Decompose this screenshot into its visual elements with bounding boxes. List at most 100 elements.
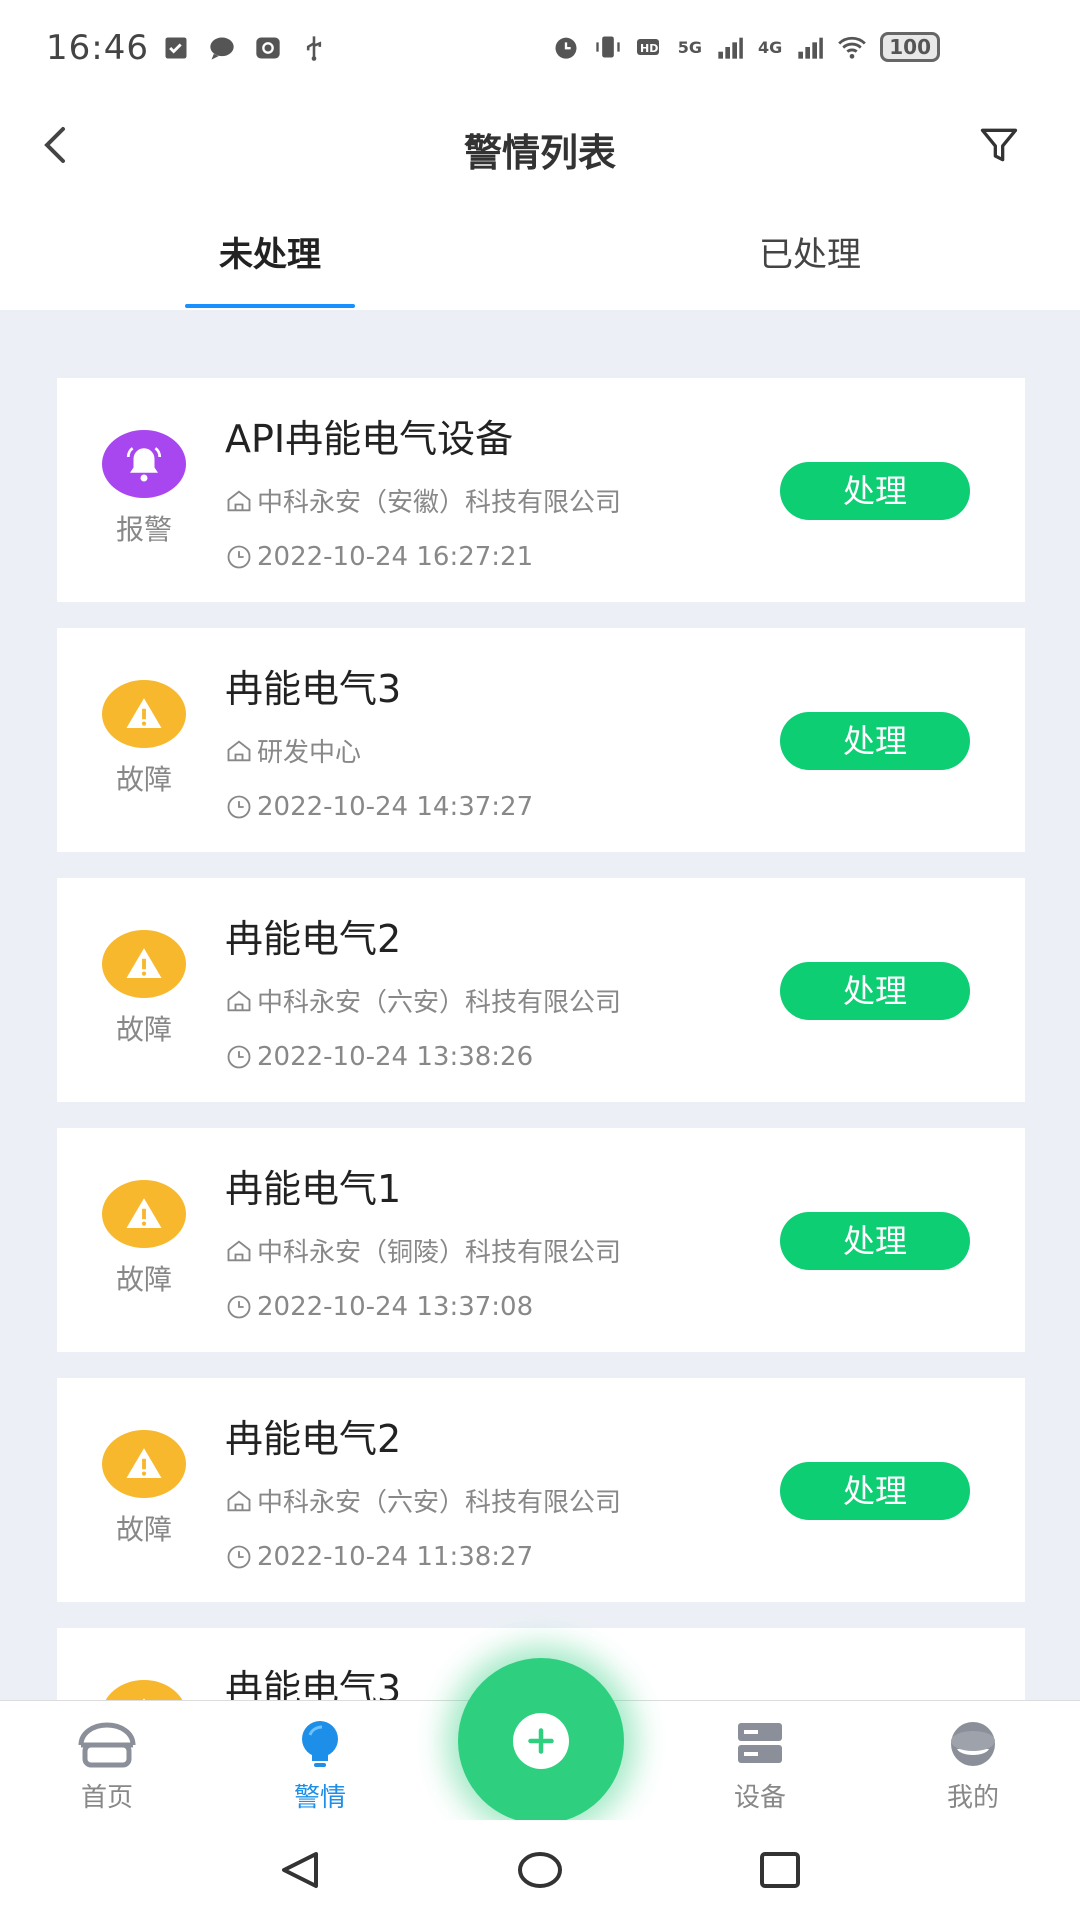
home-icon — [75, 1719, 139, 1769]
handle-button[interactable]: 处理 — [780, 1462, 970, 1520]
alert-time: 2022-10-24 16:27:21 — [225, 542, 533, 572]
warning-icon — [126, 698, 162, 728]
wifi-icon — [838, 33, 867, 61]
alert-title: API冉能电气设备 — [225, 417, 514, 461]
signal-bars-icon — [796, 33, 824, 61]
clock-icon — [225, 1043, 253, 1071]
clock-icon — [225, 543, 253, 571]
add-button[interactable] — [458, 1658, 624, 1824]
home-outline-icon — [225, 1237, 253, 1265]
alert-type-label: 故障 — [115, 1263, 172, 1296]
nav-devices[interactable]: 设备 — [690, 1701, 830, 1821]
alert-title: 冉能电气3 — [225, 1667, 402, 1700]
nav-home-label: 首页 — [80, 1783, 133, 1813]
clock-icon — [225, 793, 253, 821]
nav-profile[interactable]: 我的 — [903, 1701, 1043, 1821]
alert-type-label: 故障 — [115, 1013, 172, 1046]
fault-badge — [102, 680, 186, 748]
tab-bar: 未处理 已处理 — [0, 200, 1080, 310]
fault-badge — [102, 1680, 186, 1700]
alert-type-label: 故障 — [115, 1513, 172, 1546]
signal-bars-icon — [716, 33, 744, 61]
bell-icon — [126, 447, 162, 482]
fault-badge — [102, 1430, 186, 1498]
system-status-icons: HD 5G 4G 100 — [552, 32, 940, 62]
vibrate-icon — [594, 33, 622, 61]
tab-processed[interactable]: 已处理 — [540, 200, 1080, 310]
handle-button[interactable]: 处理 — [780, 1212, 970, 1270]
hd-icon: HD — [636, 33, 664, 61]
signal-5g-label: 5G — [677, 37, 702, 57]
clock-icon — [225, 1543, 253, 1571]
bulb-icon — [288, 1719, 352, 1769]
system-recents-button[interactable] — [750, 1845, 810, 1895]
email-icon — [254, 34, 282, 62]
system-nav-bar — [0, 1820, 1080, 1920]
square-recents-icon — [760, 1852, 800, 1888]
header: 警情列表 — [0, 100, 1080, 190]
system-back-button[interactable] — [270, 1845, 330, 1895]
alert-time-text: 2022-10-24 16:27:21 — [257, 542, 534, 572]
alert-card[interactable]: 故障 冉能电气2 中科永安（六安）科技有限公司 2022-10-24 11:38… — [57, 1378, 1025, 1602]
alert-time: 2022-10-24 14:37:27 — [225, 792, 533, 822]
alert-title: 冉能电气1 — [225, 1167, 402, 1211]
clock-icon — [225, 1293, 253, 1321]
alert-title: 冉能电气2 — [225, 1417, 402, 1461]
profile-icon — [941, 1719, 1005, 1769]
circle-home-icon — [518, 1852, 562, 1888]
warning-icon — [126, 1198, 162, 1228]
triangle-back-icon — [282, 1852, 318, 1888]
device-icon — [728, 1719, 792, 1769]
alert-card[interactable]: 故障 冉能电气2 中科永安（六安）科技有限公司 2022-10-24 13:38… — [57, 878, 1025, 1102]
handle-button[interactable]: 处理 — [780, 462, 970, 520]
alert-org: 中科永安（安徽）科技有限公司 — [225, 482, 621, 519]
alert-time-text: 2022-10-24 13:37:08 — [257, 1292, 534, 1322]
warning-icon — [126, 1448, 162, 1478]
alert-time: 2022-10-24 13:38:26 — [225, 1042, 533, 1072]
filter-button[interactable] — [974, 120, 1024, 170]
status-bar: 16:46 HD 5G 4G 100 — [0, 0, 1080, 100]
alert-org-text: 中科永安（六安）科技有限公司 — [257, 1488, 622, 1518]
active-tab-indicator — [185, 304, 355, 308]
alert-card[interactable]: 报警 API冉能电气设备 中科永安（安徽）科技有限公司 2022-10-24 1… — [57, 378, 1025, 602]
signal-4g-label: 4G — [757, 37, 783, 57]
nav-alerts[interactable]: 警情 — [250, 1701, 390, 1821]
handle-button[interactable]: 处理 — [780, 712, 970, 770]
alert-time-text: 2022-10-24 14:37:27 — [257, 792, 534, 822]
handle-button[interactable]: 处理 — [780, 962, 970, 1020]
nav-home[interactable]: 首页 — [37, 1701, 177, 1821]
alert-org: 中科永安（铜陵）科技有限公司 — [225, 1232, 621, 1269]
fault-badge — [102, 930, 186, 998]
plus-icon — [513, 1713, 569, 1769]
warning-icon — [142, 1698, 146, 1700]
usb-icon — [300, 34, 328, 62]
alert-org-text: 中科永安（六安）科技有限公司 — [257, 988, 622, 1018]
alert-org-text: 中科永安（安徽）科技有限公司 — [257, 488, 622, 518]
alert-title: 冉能电气3 — [225, 667, 402, 711]
filter-icon — [980, 128, 1018, 162]
home-outline-icon — [225, 737, 253, 765]
page-title: 警情列表 — [463, 131, 616, 175]
status-time: 16:46 — [46, 28, 149, 68]
alert-time-text: 2022-10-24 13:38:26 — [257, 1042, 534, 1072]
alert-org: 中科永安（六安）科技有限公司 — [225, 982, 621, 1019]
fault-badge — [102, 1180, 186, 1248]
task-icon — [162, 34, 190, 62]
alert-card[interactable]: 故障 冉能电气3 研发中心 2022-10-24 14:37:27 处理 — [57, 628, 1025, 852]
alert-org-text: 研发中心 — [257, 738, 362, 768]
alert-time: 2022-10-24 13:37:08 — [225, 1292, 533, 1322]
warning-icon — [126, 948, 162, 978]
alert-time: 2022-10-24 11:38:27 — [225, 1542, 533, 1572]
system-home-button[interactable] — [510, 1845, 570, 1895]
nav-devices-label: 设备 — [733, 1783, 786, 1813]
home-outline-icon — [225, 987, 253, 1015]
alert-list[interactable]: 报警 API冉能电气设备 中科永安（安徽）科技有限公司 2022-10-24 1… — [0, 310, 1080, 1700]
alert-title: 冉能电气2 — [225, 917, 402, 961]
home-outline-icon — [225, 487, 253, 515]
alert-time-text: 2022-10-24 11:38:27 — [257, 1542, 534, 1572]
alert-card[interactable]: 故障 冉能电气1 中科永安（铜陵）科技有限公司 2022-10-24 13:37… — [57, 1128, 1025, 1352]
nav-profile-label: 我的 — [946, 1783, 999, 1813]
tab-unprocessed[interactable]: 未处理 — [0, 200, 540, 310]
home-outline-icon — [225, 1487, 253, 1515]
message-icon — [208, 34, 236, 62]
